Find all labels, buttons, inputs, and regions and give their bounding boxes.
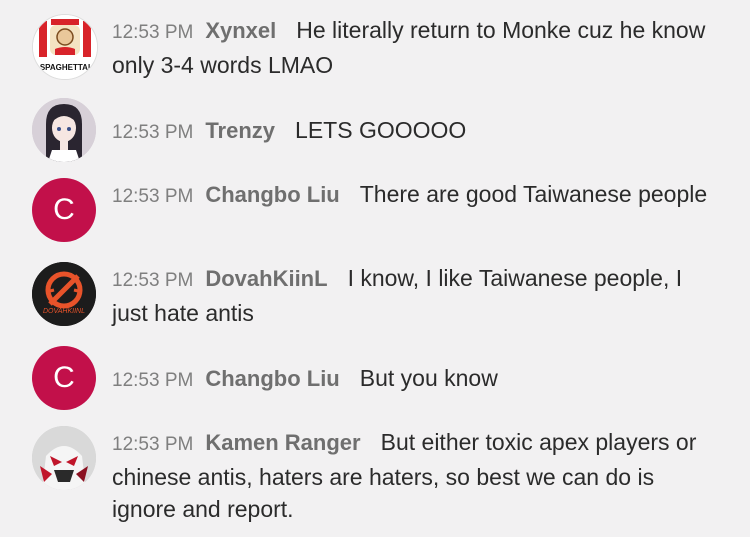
author-name[interactable]: Trenzy xyxy=(205,118,275,143)
kamen-rider-avatar-icon xyxy=(32,426,96,490)
message-body: But either toxic apex players or chinese… xyxy=(112,429,697,522)
avatar-letter: C xyxy=(53,193,75,226)
timestamp: 12:53 PM xyxy=(112,270,194,291)
timestamp: 12:53 PM xyxy=(112,22,194,43)
dovahkiinl-logo-avatar-icon xyxy=(32,262,96,326)
message-text: 12:53 PM Kamen Ranger But either toxic ape… xyxy=(112,426,722,525)
timestamp: 12:53 PM xyxy=(112,122,194,143)
message-body: But you know xyxy=(359,365,498,391)
message-body: LETS GOOOOO xyxy=(295,117,467,143)
message-body: I know, I like Taiwanese people, I just … xyxy=(112,265,683,326)
avatar[interactable] xyxy=(32,426,96,490)
avatar[interactable] xyxy=(32,98,96,162)
message-body: He literally return to Monke cuz he know… xyxy=(112,17,706,78)
message-text: 12:53 PM Changbo Liu But you know xyxy=(112,362,722,397)
avatar[interactable]: C xyxy=(32,346,96,410)
message-text: 12:53 PM Changbo Liu There are good Taiwan… xyxy=(112,178,722,213)
message-text: 12:53 PM DovahKiinL I know, I like Taiwane… xyxy=(112,262,722,329)
timestamp: 12:53 PM xyxy=(112,370,194,391)
author-name[interactable]: Changbo Liu xyxy=(205,366,339,391)
avatar-letter: C xyxy=(53,361,75,394)
message-body: There are good Taiwanese people xyxy=(359,181,708,207)
author-name[interactable]: Changbo Liu xyxy=(205,182,339,207)
avatar-caption: DOVAHKIINL xyxy=(42,308,85,315)
avatar[interactable]: C xyxy=(32,178,96,242)
author-name[interactable]: Kamen Ranger xyxy=(205,430,360,455)
anime-girl-avatar-icon xyxy=(32,98,96,162)
message-text: 12:53 PM Trenzy LETS GOOOOO xyxy=(112,114,722,149)
timestamp: 12:53 PM xyxy=(112,186,194,207)
avatar[interactable]: SPAGHETTAI xyxy=(32,14,98,80)
author-name[interactable]: DovahKiinL xyxy=(205,266,327,291)
author-name[interactable]: Xynxel xyxy=(205,18,276,43)
avatar[interactable]: DOVAHKIINL xyxy=(32,262,96,326)
timestamp: 12:53 PM xyxy=(112,434,194,455)
message-text: 12:53 PM Xynxel He literally return to Mon… xyxy=(112,14,722,81)
avatar-caption: SPAGHETTAI xyxy=(39,63,91,72)
